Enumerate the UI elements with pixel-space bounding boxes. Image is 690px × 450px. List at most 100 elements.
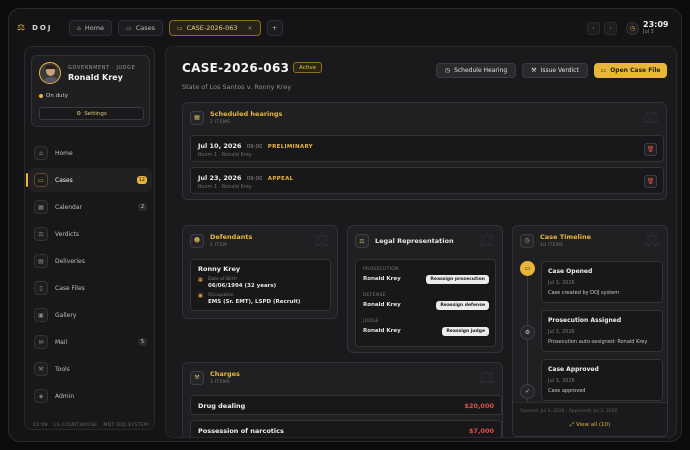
settings-label: Settings [84, 110, 107, 117]
charge-name: Drug dealing [198, 402, 246, 410]
clock-icon: ◷ [444, 67, 451, 74]
sidebar-item-deliveries[interactable]: ▤ Deliveries [29, 249, 152, 273]
event-text: Case approved [548, 388, 586, 394]
dob-label: Date of Birth [208, 277, 237, 282]
hearing-date: Jul 10, 2026 [198, 142, 242, 150]
tab-label: CASE-2026-063 [186, 24, 238, 32]
charge-name: Possession of narcotics [198, 427, 284, 435]
card-header: ◷ Case Timeline 10 ITEMS [520, 233, 591, 248]
issue-verdict-button[interactable]: ⚒ Issue Verdict [522, 63, 588, 78]
sidebar-item-tools[interactable]: ⚒ Tools [29, 357, 152, 381]
scales-icon: ⚖ [17, 23, 28, 33]
hearing-row[interactable]: Jul 23, 2026 09:00 APPEAL Room 1 · Ronal… [190, 167, 664, 194]
card-header: ⚒ Charges 3 ITEMS [190, 370, 240, 385]
count-badge: 5 [138, 338, 147, 346]
history-nav: ‹ › [587, 22, 617, 35]
check-icon: ✓ [520, 384, 535, 399]
sidebar-item-admin[interactable]: ◈ Admin [29, 384, 152, 408]
timeline-event: Case Approved Jul 3, 2026 Case approved [541, 359, 663, 401]
forward-button[interactable]: › [604, 22, 617, 35]
settings-button[interactable]: ⚙ Settings [39, 107, 144, 120]
card-count: 3 ITEMS [210, 380, 231, 385]
sidebar-item-home[interactable]: ⌂ Home [29, 141, 152, 165]
sidebar-nav: ⌂ Home ▭ Cases 12 ▦ Calendar 2 ⚖ Verdict… [26, 141, 152, 411]
sidebar-item-case-files[interactable]: ▯ Case Files [29, 276, 152, 300]
schedule-hearing-button[interactable]: ◷ Schedule Hearing [436, 63, 516, 78]
folder-icon: ▭ [126, 24, 132, 32]
charge-row[interactable]: Possession of narcotics $7,000 [190, 420, 502, 437]
sidebar-item-label: Case Files [55, 284, 85, 292]
event-title: Case Opened [548, 268, 593, 275]
role-name: Ronald Krey [363, 276, 401, 282]
back-button[interactable]: ‹ [587, 22, 600, 35]
defendant-name: Ronny Krey [198, 265, 241, 273]
clock-icon[interactable]: ◷ [626, 22, 639, 35]
hearing-time: 09:00 [246, 176, 263, 182]
event-text: Case created by DOJ system [548, 290, 620, 296]
charge-row[interactable]: Drug dealing $20,000 [190, 395, 502, 415]
defendant-item[interactable]: Ronny Krey ▦ Date of Birth 06/06/1994 (3… [190, 259, 331, 311]
event-text: Prosecution auto-assigned: Ronald Krey [548, 339, 648, 345]
card-title: Case Timeline [540, 233, 592, 241]
timeline-footer: Opened: Jul 3, 2026 · Approved: Jul 3, 2… [513, 402, 667, 435]
gear-icon: ⚙ [76, 110, 82, 117]
wrench-icon: ⚒ [34, 362, 48, 376]
scales-icon: ⚖ [34, 227, 48, 241]
hearing-row[interactable]: Jul 10, 2026 09:00 PRELIMINARY Room 1 · … [190, 135, 664, 162]
card-title: Defendants [210, 233, 253, 241]
card-count: 10 ITEMS [540, 243, 564, 248]
clock-date: Jul 3 [643, 29, 654, 35]
defendants-card: ☻ Defendants 1 ITEM ⚖ Ronny Krey ▦ Date … [182, 225, 338, 319]
profile-role: GOVERNMENT · JUDGE [68, 65, 136, 71]
new-tab-button[interactable]: + [266, 20, 283, 36]
footer-system: MDT DOJ SYSTEM [103, 423, 149, 428]
status-dot-icon [39, 94, 43, 98]
sidebar-item-verdicts[interactable]: ⚖ Verdicts [29, 222, 152, 246]
top-bar: ⚖ DOJ ⌂ Home ▭ Cases ▭ CASE-2026-063 ✕ + [9, 9, 681, 47]
sidebar-item-label: Admin [55, 392, 75, 400]
sidebar-item-calendar[interactable]: ▦ Calendar 2 [29, 195, 152, 219]
sidebar-item-gallery[interactable]: ▣ Gallery [29, 303, 152, 327]
hearing-room: Room 1 · Ronald Krey [198, 184, 252, 190]
tab-cases[interactable]: ▭ Cases [118, 20, 163, 36]
open-case-file-button[interactable]: ▭ Open Case File [594, 63, 667, 78]
sidebar: GOVERNMENT · JUDGE Ronald Krey On duty ⚙… [24, 46, 155, 430]
sidebar-item-mail[interactable]: ✉ Mail 5 [29, 330, 152, 354]
calendar-icon: ▦ [190, 110, 204, 125]
card-title: Scheduled hearings [210, 110, 283, 118]
duty-status: On duty [39, 93, 68, 99]
home-icon: ⌂ [34, 146, 48, 160]
card-title: Charges [210, 370, 240, 378]
sidebar-item-cases[interactable]: ▭ Cases 12 [26, 168, 152, 192]
close-icon[interactable]: ✕ [248, 25, 253, 32]
sidebar-item-label: Mail [55, 338, 68, 346]
footer-time: 23:09 [33, 423, 48, 428]
scales-watermark-icon: ⚖ [642, 107, 659, 128]
view-all-link[interactable]: ⤢ View all (10) [513, 422, 667, 429]
delete-hearing-button[interactable]: 🗑 [644, 175, 657, 188]
sidebar-item-label: Home [55, 149, 73, 157]
reassign-prosecution-button[interactable]: Reassign prosecution [426, 275, 489, 284]
tab-label: Home [84, 24, 105, 32]
button-label: Open Case File [610, 67, 661, 74]
page-title: CASE-2026-063 [182, 61, 290, 75]
hearing-type: PRELIMINARY [267, 144, 313, 150]
calendar-icon: ▦ [198, 277, 203, 283]
profile-name: Ronald Krey [68, 73, 123, 82]
sidebar-item-label: Cases [55, 176, 73, 184]
tab-case-detail[interactable]: ▭ CASE-2026-063 ✕ [168, 20, 261, 36]
timeline-meta: Opened: Jul 3, 2026 · Approved: Jul 3, 2… [520, 409, 618, 414]
gavel-icon: ⚒ [531, 67, 537, 74]
reassign-defense-button[interactable]: Reassign defense [436, 301, 489, 310]
users-icon: ☻ [190, 233, 204, 248]
event-title: Prosecution Assigned [548, 317, 622, 324]
gavel-icon: ⚒ [190, 370, 204, 385]
case-detail-panel: CASE-2026-063 Active State of Los Santos… [165, 46, 677, 438]
folder-icon: ▭ [34, 173, 48, 187]
delete-hearing-button[interactable]: 🗑 [644, 143, 657, 156]
case-subtitle: State of Los Santos v. Ronny Krey [182, 83, 292, 91]
occupation-value: EMS (Sr. EMT), LSPD (Recruit) [208, 299, 301, 305]
tab-home[interactable]: ⌂ Home [69, 20, 113, 36]
home-icon: ⌂ [77, 24, 81, 32]
reassign-judge-button[interactable]: Reassign judge [442, 327, 489, 336]
